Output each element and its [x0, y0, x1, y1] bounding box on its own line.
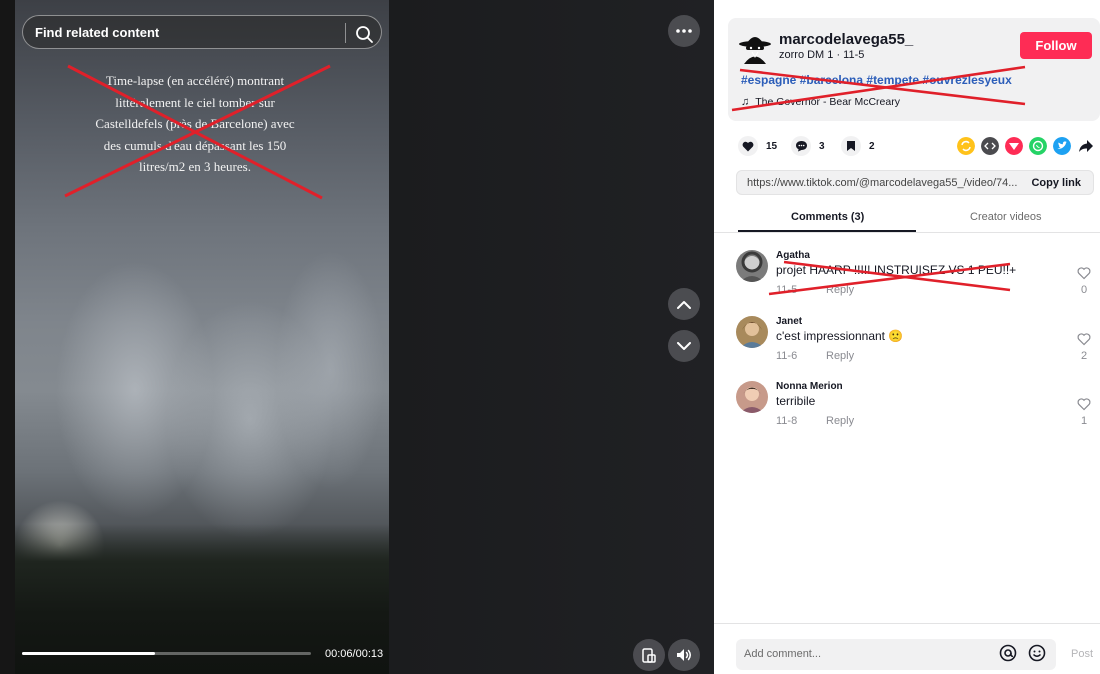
commenter-name[interactable]: Nonna Merion: [776, 381, 843, 392]
mention-icon[interactable]: [999, 644, 1017, 662]
music-title: The Governor - Bear McCreary: [755, 96, 900, 108]
music-track[interactable]: ♫ The Governor - Bear McCreary: [741, 96, 900, 108]
comment-like-count: 2: [1080, 350, 1088, 362]
comment-date: 11-8: [776, 415, 798, 427]
music-note-icon: ♫: [741, 96, 750, 108]
more-options-button[interactable]: [668, 15, 700, 47]
comment-input[interactable]: Add comment...: [736, 639, 1056, 670]
tab-creator-videos[interactable]: Creator videos: [970, 211, 1042, 223]
video-time: 00:06/00:13: [325, 648, 384, 660]
tab-divider: [714, 232, 1100, 233]
video-caption-overlay: Time-lapse (en accéléré) montrant littér…: [95, 73, 295, 174]
reply-button[interactable]: Reply: [826, 350, 854, 362]
reply-button[interactable]: Reply: [826, 415, 854, 427]
commenter-name[interactable]: Janet: [776, 316, 802, 327]
whatsapp-icon[interactable]: [1029, 137, 1047, 155]
comment-text: c'est impressionnant 🙁: [776, 329, 904, 343]
reply-button[interactable]: Reply: [826, 284, 854, 296]
heart-icon: [738, 136, 758, 156]
ellipsis-icon: [676, 29, 692, 33]
comment-text: projet HAARP !!!!! INSTRUISEZ VS 1 PEU!!…: [776, 263, 1017, 277]
video-url[interactable]: https://www.tiktok.com/@marcodelavega55_…: [747, 177, 1017, 189]
previous-video-button[interactable]: [668, 288, 700, 320]
video-stage: Time-lapse (en accéléré) montrant littér…: [0, 0, 714, 674]
video-progress-fill: [22, 652, 155, 655]
like-count: 15: [766, 140, 778, 152]
post-hashtags[interactable]: #espagne #barcelona #tempete #ouvrezlesy…: [741, 73, 1012, 87]
post-comment-button[interactable]: Post: [1071, 648, 1093, 660]
comment-item: Nonna Merion terribile 11-8 Reply 1: [714, 381, 1100, 441]
volume-icon: [676, 649, 691, 661]
emoji-icon[interactable]: [1028, 644, 1046, 662]
comment-stat[interactable]: 3: [791, 136, 825, 156]
video-link-box: https://www.tiktok.com/@marcodelavega55_…: [736, 170, 1094, 195]
bookmark-icon: [841, 136, 861, 156]
commenter-avatar[interactable]: [736, 381, 768, 413]
search-divider: [345, 23, 346, 43]
next-video-button[interactable]: [668, 330, 700, 362]
app-root: Time-lapse (en accéléré) montrant littér…: [0, 0, 1100, 674]
related-search-placeholder: Find related content: [35, 25, 160, 40]
floating-player-icon: [642, 647, 656, 663]
follow-button[interactable]: Follow: [1020, 32, 1092, 59]
save-stat[interactable]: 2: [841, 136, 875, 156]
save-count: 2: [869, 140, 875, 152]
author-username[interactable]: marcodelavega55_: [779, 31, 913, 48]
like-stat[interactable]: 15: [738, 136, 778, 156]
repost-icon[interactable]: [957, 137, 975, 155]
comment-input-placeholder: Add comment...: [744, 648, 822, 660]
twitter-icon[interactable]: [1053, 137, 1071, 155]
comment-count: 3: [819, 140, 825, 152]
chevron-down-icon: [677, 341, 691, 350]
video-progress-bar[interactable]: [22, 652, 311, 655]
comment-bubble-icon: [791, 136, 811, 156]
comment-like-count: 1: [1080, 415, 1088, 427]
volume-button[interactable]: [668, 639, 700, 671]
commenter-avatar[interactable]: [736, 250, 768, 282]
commenter-name[interactable]: Agatha: [776, 250, 810, 261]
send-to-friends-icon[interactable]: [1005, 137, 1023, 155]
comment-date: 11-5: [776, 284, 798, 296]
comment-text: terribile: [776, 394, 816, 408]
tab-comments[interactable]: Comments (3): [791, 211, 864, 223]
embed-icon[interactable]: [981, 137, 999, 155]
copy-link-button[interactable]: Copy link: [1031, 177, 1081, 189]
floating-player-button[interactable]: [633, 639, 665, 671]
search-icon[interactable]: [353, 23, 375, 45]
comment-like-heart-icon[interactable]: [1077, 397, 1091, 411]
video-frame-cloud: [275, 250, 385, 490]
composer-divider: [714, 623, 1100, 624]
comment-like-heart-icon[interactable]: [1077, 266, 1091, 280]
comment-item: Janet c'est impressionnant 🙁 11-6 Reply …: [714, 316, 1100, 376]
zorro-avatar-icon[interactable]: [738, 30, 772, 64]
comment-like-count: 0: [1080, 284, 1088, 296]
commenter-avatar[interactable]: [736, 316, 768, 348]
share-arrow-icon[interactable]: [1077, 137, 1095, 155]
comment-like-heart-icon[interactable]: [1077, 332, 1091, 346]
author-subline: zorro DM 1 · 11-5: [779, 49, 865, 61]
comment-item: Agatha projet HAARP !!!!! INSTRUISEZ VS …: [714, 250, 1100, 310]
chevron-up-icon: [677, 300, 691, 309]
related-search-bar[interactable]: Find related content: [22, 15, 382, 49]
comment-date: 11-6: [776, 350, 798, 362]
details-panel: marcodelavega55_ zorro DM 1 · 11-5 Follo…: [714, 0, 1100, 674]
